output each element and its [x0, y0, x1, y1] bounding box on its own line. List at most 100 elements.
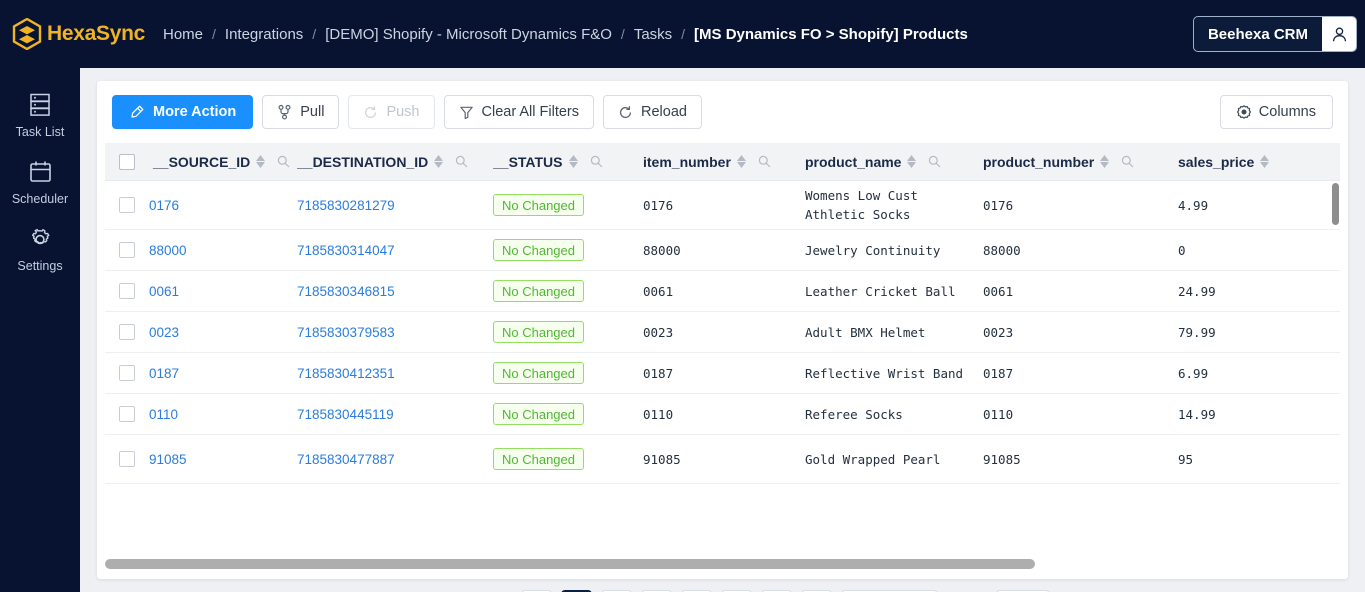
- column-header-sales-price[interactable]: sales_price: [1178, 143, 1338, 181]
- breadcrumb-item-tasks[interactable]: Tasks: [634, 26, 672, 43]
- table-horizontal-scrollbar[interactable]: [105, 559, 1340, 571]
- clear-all-filters-button[interactable]: Clear All Filters: [443, 95, 594, 129]
- search-icon[interactable]: [590, 155, 603, 168]
- sort-toggle-status[interactable]: [568, 155, 578, 168]
- cell-product-number: 0187: [983, 365, 1014, 381]
- search-icon[interactable]: [928, 155, 941, 168]
- top-navigation-bar: HexaSync Home / Integrations / [DEMO] Sh…: [0, 0, 1365, 68]
- sidebar-item-task-list[interactable]: Task List: [0, 80, 80, 147]
- cell-product-name: Reflective Wrist Band: [805, 353, 983, 393]
- cell-source-id[interactable]: 88000: [149, 230, 297, 270]
- cell-product-number: 0110: [983, 406, 1014, 422]
- sidebar-label-task-list: Task List: [15, 125, 65, 139]
- cell-product-name: Referee Socks: [805, 394, 983, 434]
- sort-toggle-sales-price[interactable]: [1260, 155, 1270, 168]
- cell-destination-id[interactable]: 7185830346815: [297, 271, 493, 311]
- row-checkbox[interactable]: [119, 283, 135, 299]
- table-row[interactable]: 0176 7185830281279 No Changed 0176 Women…: [105, 181, 1340, 230]
- cell-sales-price: 95: [1178, 451, 1194, 467]
- cell-sales-price: 14.99: [1178, 406, 1216, 422]
- cell-product-number: 91085: [983, 451, 1021, 467]
- row-checkbox[interactable]: [119, 242, 135, 258]
- breadcrumb-item-home[interactable]: Home: [163, 26, 203, 43]
- cell-source-id[interactable]: 0110: [149, 394, 297, 434]
- product-name-text: Leather Cricket Ball: [805, 283, 956, 299]
- row-checkbox[interactable]: [119, 451, 135, 467]
- brand-logo[interactable]: HexaSync: [12, 18, 145, 50]
- cell-source-id[interactable]: 0187: [149, 353, 297, 393]
- select-all-checkbox[interactable]: [119, 153, 135, 170]
- sort-toggle-product-name[interactable]: [907, 155, 917, 168]
- cell-sales-price: 6.99: [1178, 365, 1209, 381]
- column-header-status[interactable]: __STATUS: [493, 143, 643, 181]
- product-name-text: Adult BMX Helmet: [805, 324, 926, 340]
- column-header-product-number[interactable]: product_number: [983, 143, 1178, 181]
- horizontal-scrollbar-thumb[interactable]: [105, 559, 1035, 569]
- cell-destination-id[interactable]: 7185830477887: [297, 435, 493, 483]
- status-badge: No Changed: [493, 448, 584, 470]
- table-row[interactable]: 0023 7185830379583 No Changed 0023 Adult…: [105, 312, 1340, 353]
- row-select-cell: [105, 271, 149, 311]
- column-header-item-number[interactable]: item_number: [643, 143, 805, 181]
- cell-destination-id[interactable]: 7185830379583: [297, 312, 493, 352]
- cell-source-id[interactable]: 0061: [149, 271, 297, 311]
- search-icon[interactable]: [277, 155, 290, 168]
- table-row[interactable]: 91085 7185830477887 No Changed 91085 Gol…: [105, 435, 1340, 484]
- search-icon[interactable]: [758, 155, 771, 168]
- columns-button[interactable]: Columns: [1219, 95, 1333, 129]
- table-vertical-scrollbar[interactable]: [1332, 183, 1339, 491]
- product-name-text: Jewelry Continuity: [805, 242, 941, 258]
- cell-source-id[interactable]: 0176: [149, 181, 297, 229]
- table-toolbar: More Action Pull Push Clear All Filters …: [97, 81, 1348, 143]
- more-action-button[interactable]: More Action: [112, 95, 254, 129]
- reload-button[interactable]: Reload: [603, 95, 702, 129]
- status-badge: No Changed: [493, 321, 584, 343]
- cell-destination-id[interactable]: 7185830445119: [297, 394, 493, 434]
- status-badge: No Changed: [493, 239, 584, 261]
- cell-source-id[interactable]: 0023: [149, 312, 297, 352]
- table-row[interactable]: 88000 7185830314047 No Changed 88000 Jew…: [105, 230, 1340, 271]
- sort-toggle-product-number[interactable]: [1100, 155, 1110, 168]
- product-name-text: Reflective Wrist Band: [805, 365, 964, 381]
- column-header-product-name[interactable]: product_name: [805, 143, 983, 181]
- breadcrumb-item-integrations[interactable]: Integrations: [225, 26, 303, 43]
- table-row[interactable]: 0061 7185830346815 No Changed 0061 Leath…: [105, 271, 1340, 312]
- sidebar-item-scheduler[interactable]: Scheduler: [0, 147, 80, 214]
- row-select-cell: [105, 353, 149, 393]
- sort-toggle-source-id[interactable]: [256, 155, 266, 168]
- gear-icon: [1236, 105, 1251, 119]
- cell-status: No Changed: [493, 230, 643, 270]
- search-icon[interactable]: [455, 155, 468, 168]
- breadcrumb: Home / Integrations / [DEMO] Shopify - M…: [163, 26, 1193, 43]
- vertical-scrollbar-thumb[interactable]: [1332, 183, 1339, 225]
- table-row[interactable]: 0110 7185830445119 No Changed 0110 Refer…: [105, 394, 1340, 435]
- table-row[interactable]: 0187 7185830412351 No Changed 0187 Refle…: [105, 353, 1340, 394]
- pull-button[interactable]: Pull: [262, 95, 340, 129]
- search-icon[interactable]: [1121, 155, 1134, 168]
- cell-product-name: Jewelry Continuity: [805, 230, 983, 270]
- cell-status: No Changed: [493, 271, 643, 311]
- push-label: Push: [386, 104, 420, 120]
- column-header-source-id[interactable]: __SOURCE_ID: [149, 143, 297, 181]
- cell-destination-id[interactable]: 7185830314047: [297, 230, 493, 270]
- refresh-icon: [619, 105, 632, 118]
- cell-status: No Changed: [493, 435, 643, 483]
- cell-source-id[interactable]: 91085: [149, 435, 297, 483]
- sort-toggle-destination-id[interactable]: [434, 155, 444, 168]
- sidebar-item-settings[interactable]: Settings: [0, 214, 80, 281]
- column-header-destination-id[interactable]: __DESTINATION_ID: [297, 143, 493, 181]
- row-checkbox[interactable]: [119, 365, 135, 381]
- row-select-cell: [105, 181, 149, 229]
- cell-status: No Changed: [493, 394, 643, 434]
- product-name-text: Womens Low Cust Athletic Socks: [805, 188, 918, 222]
- push-button[interactable]: Push: [348, 95, 435, 129]
- sort-toggle-item-number[interactable]: [736, 155, 746, 168]
- row-checkbox[interactable]: [119, 197, 135, 213]
- cell-destination-id[interactable]: 7185830281279: [297, 181, 493, 229]
- breadcrumb-item-integration-name[interactable]: [DEMO] Shopify - Microsoft Dynamics F&O: [325, 26, 612, 43]
- row-checkbox[interactable]: [119, 324, 135, 340]
- row-checkbox[interactable]: [119, 406, 135, 422]
- account-button[interactable]: Beehexa CRM: [1192, 16, 1357, 52]
- user-icon[interactable]: [1322, 17, 1356, 51]
- cell-destination-id[interactable]: 7185830412351: [297, 353, 493, 393]
